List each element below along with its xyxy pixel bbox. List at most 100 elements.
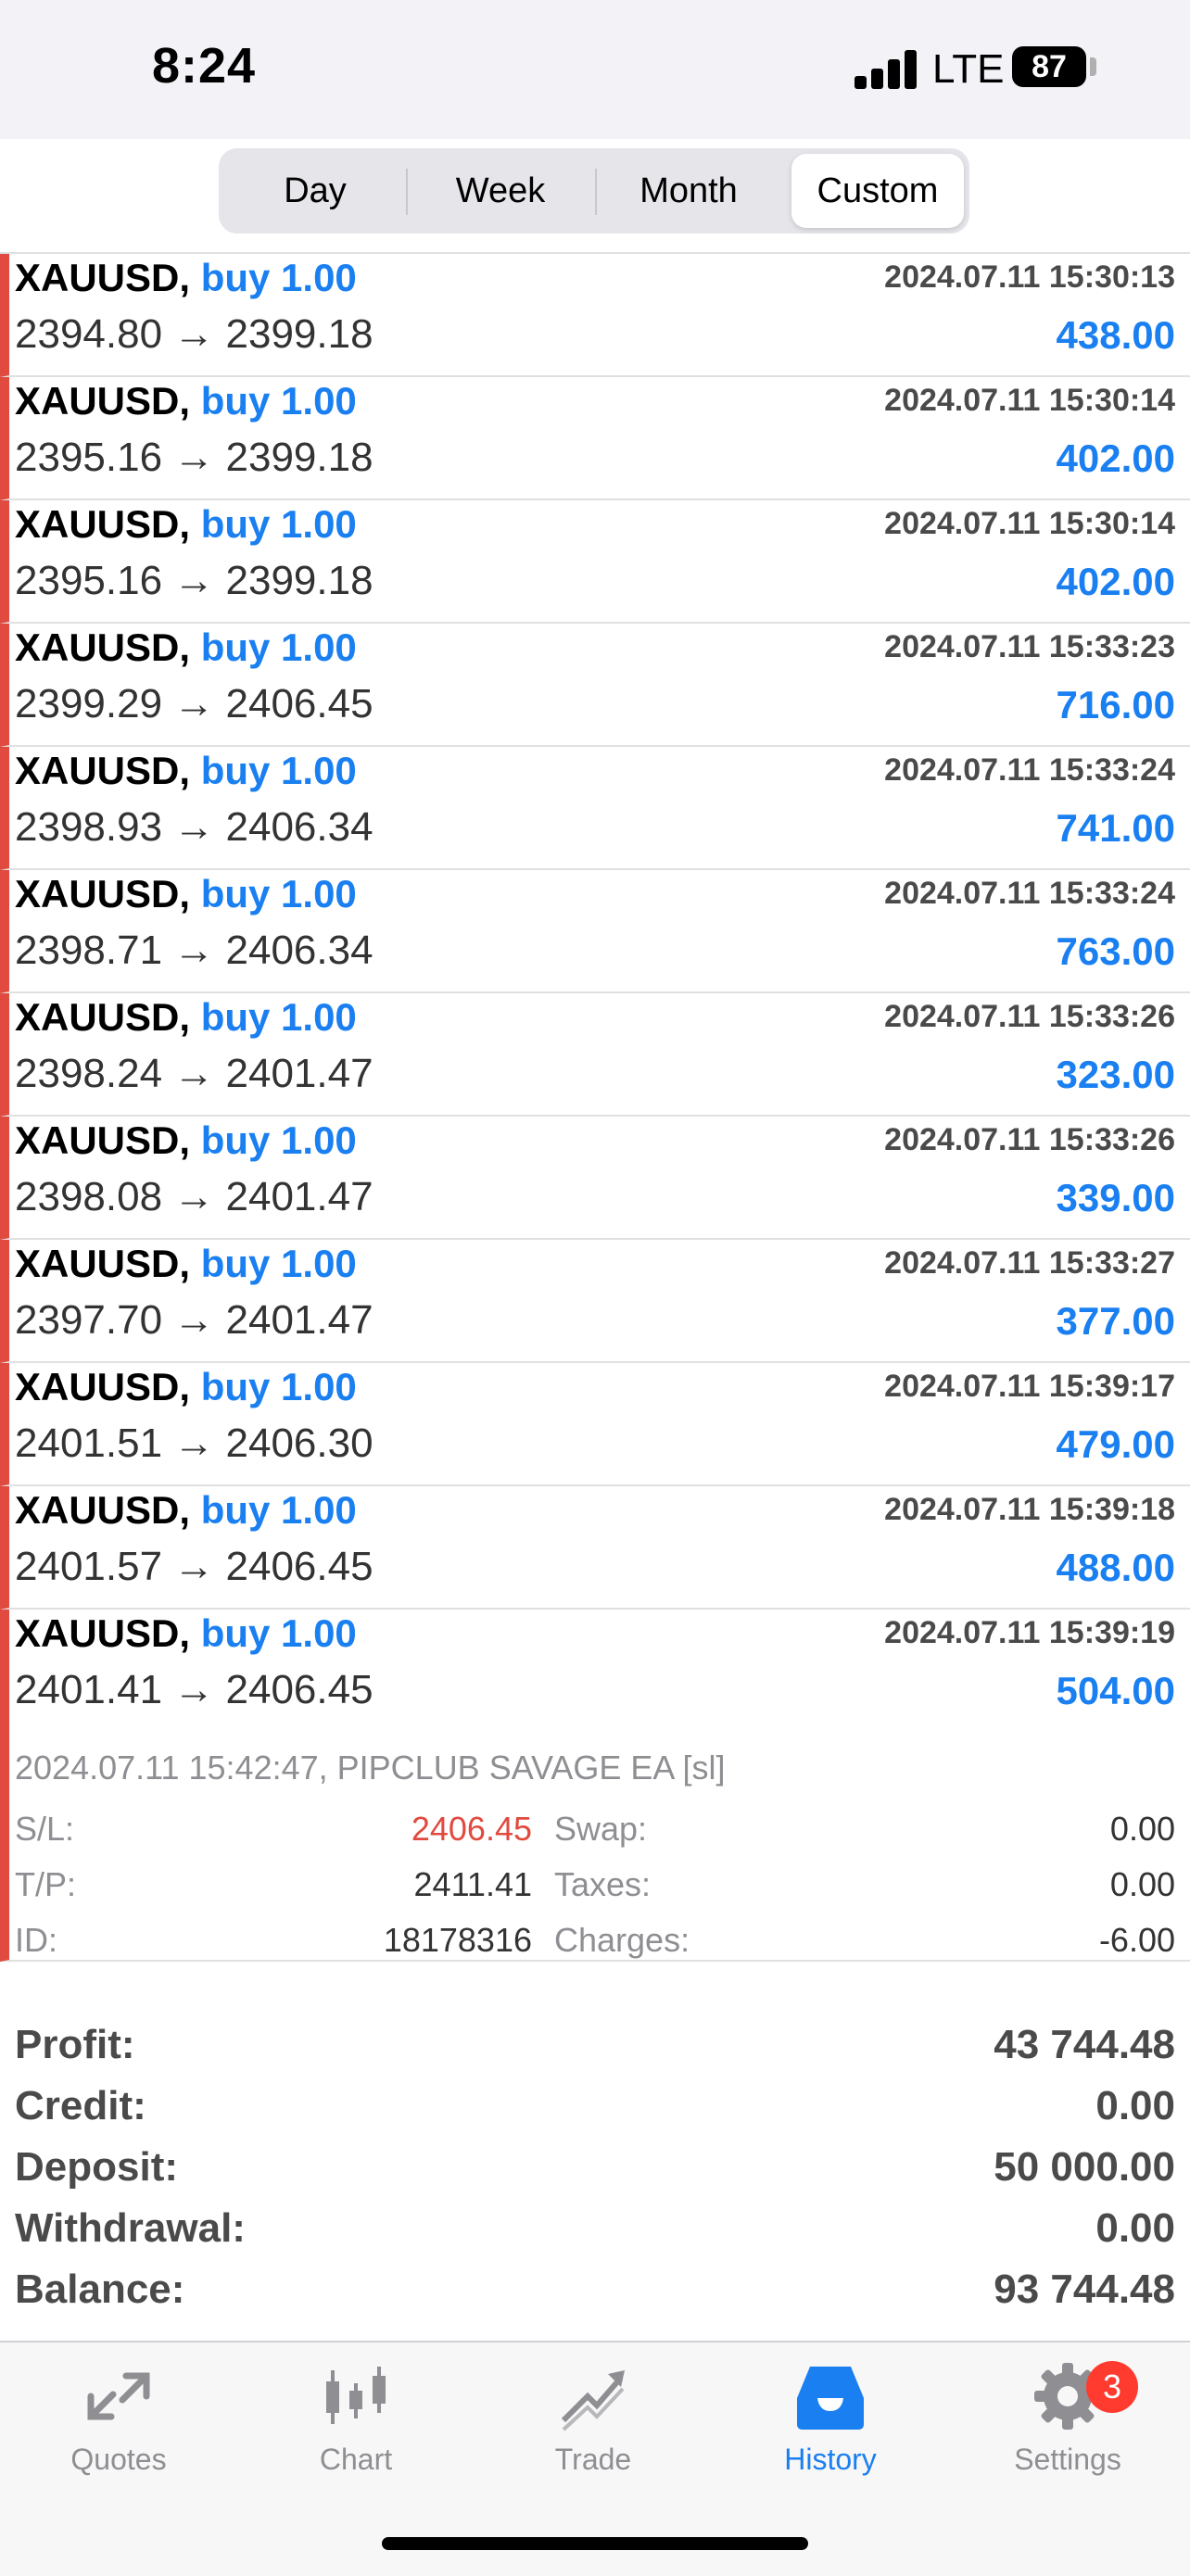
status-time: 8:24 [152,38,257,94]
deal-time: 2024.07.11 15:33:23 [884,629,1175,664]
deal-symbol: XAUUSD, buy 1.00 [15,1488,357,1532]
deal-profit: 323.00 [1056,1053,1175,1096]
deal-prices: 2401.41 → 2406.45 [15,1667,373,1712]
deal-prices: 2398.08 → 2401.47 [15,1174,373,1219]
trade-icon [561,2370,625,2431]
tp-label: T/P: [15,1865,77,1903]
deal-profit: 402.00 [1056,560,1175,603]
summary-label: Credit: [15,2083,146,2128]
deal-prices: 2397.70 → 2401.47 [15,1297,373,1343]
tab-settings[interactable]: 3 Settings [949,2359,1186,2498]
deal-prices: 2398.24 → 2401.47 [15,1051,373,1096]
summary-value: 50 000.00 [994,2144,1175,2190]
deal-prices: 2395.16 → 2399.18 [15,435,373,480]
deal-symbol: XAUUSD, buy 1.00 [15,995,357,1039]
deal-time: 2024.07.11 15:39:19 [884,1615,1175,1650]
home-indicator[interactable] [382,2537,808,2550]
deal-symbol: XAUUSD, buy 1.00 [15,1118,357,1162]
deal-row-expanded[interactable]: XAUUSD, buy 1.00 2024.07.11 15:39:19 240… [0,1610,1190,1962]
tab-trade[interactable]: Trade [475,2359,712,2498]
deal-time: 2024.07.11 15:33:26 [884,999,1175,1034]
segment-day[interactable]: Day [224,154,406,228]
notification-badge: 3 [1086,2361,1138,2413]
deal-symbol: XAUUSD, buy 1.00 [15,625,357,669]
deal-symbol: XAUUSD, buy 1.00 [15,872,357,915]
deal-symbol: XAUUSD, buy 1.00 [15,1242,357,1285]
summary-profit: Profit: 43 744.48 [0,2013,1190,2074]
battery-icon: 87 [1012,46,1086,87]
deal-row[interactable]: XAUUSD, buy 1.00 2024.07.11 15:30:14 239… [0,500,1190,624]
deal-row[interactable]: XAUUSD, buy 1.00 2024.07.11 15:33:24 239… [0,870,1190,993]
summary-label: Profit: [15,2022,135,2067]
deal-prices: 2401.57 → 2406.45 [15,1544,373,1589]
deal-prices: 2394.80 → 2399.18 [15,311,373,357]
deal-time: 2024.07.11 15:33:27 [884,1245,1175,1281]
tab-history[interactable]: History [712,2359,949,2498]
deal-comment: 2024.07.11 15:42:47, PIPCLUB SAVAGE EA [… [15,1749,726,1787]
charges-label: Charges: [554,1921,690,1959]
summary-value: 0.00 [1095,2083,1175,2128]
deal-profit: 763.00 [1056,929,1175,973]
sl-value: 2406.45 [411,1810,532,1848]
status-bar: 8:24 LTE 87 [0,0,1190,139]
deal-time: 2024.07.11 15:33:24 [884,752,1175,788]
segment-month[interactable]: Month [597,154,780,228]
deals-list: XAUUSD, buy 1.00 2024.07.11 15:30:13 239… [0,252,1190,1962]
deal-time: 2024.07.11 15:30:13 [884,259,1175,295]
summary-value: 0.00 [1095,2205,1175,2251]
deal-profit: 339.00 [1056,1176,1175,1219]
deal-time: 2024.07.11 15:39:18 [884,1492,1175,1527]
taxes-value: 0.00 [1109,1865,1175,1903]
deal-profit: 504.00 [1056,1669,1175,1712]
deal-profit: 479.00 [1056,1422,1175,1466]
taxes-label: Taxes: [554,1865,652,1903]
deal-symbol: XAUUSD, buy 1.00 [15,379,357,423]
period-segmented-control: Day Week Month Custom [219,148,969,234]
deal-row[interactable]: XAUUSD, buy 1.00 2024.07.11 15:33:24 239… [0,747,1190,870]
deal-prices: 2401.51 → 2406.30 [15,1421,373,1466]
summary-deposit: Deposit: 50 000.00 [0,2135,1190,2196]
deal-profit: 488.00 [1056,1546,1175,1589]
summary-value: 93 744.48 [994,2267,1175,2312]
deal-time: 2024.07.11 15:33:24 [884,876,1175,911]
deal-row[interactable]: XAUUSD, buy 1.00 2024.07.11 15:33:27 239… [0,1240,1190,1363]
deal-time: 2024.07.11 15:33:26 [884,1122,1175,1157]
tab-chart[interactable]: Chart [237,2359,475,2498]
deal-row[interactable]: XAUUSD, buy 1.00 2024.07.11 15:39:18 240… [0,1486,1190,1610]
deal-row[interactable]: XAUUSD, buy 1.00 2024.07.11 15:33:26 239… [0,1117,1190,1240]
summary-label: Deposit: [15,2144,178,2190]
deal-prices: 2395.16 → 2399.18 [15,558,373,603]
account-summary: Profit: 43 744.48 Credit: 0.00 Deposit: … [0,2013,1190,2318]
id-value: 18178316 [383,1921,532,1959]
deal-row[interactable]: XAUUSD, buy 1.00 2024.07.11 15:33:23 239… [0,624,1190,747]
deal-row[interactable]: XAUUSD, buy 1.00 2024.07.11 15:30:13 239… [0,254,1190,377]
summary-label: Withdrawal: [15,2205,246,2251]
deal-symbol: XAUUSD, buy 1.00 [15,502,357,546]
summary-label: Balance: [15,2267,185,2312]
deal-row[interactable]: XAUUSD, buy 1.00 2024.07.11 15:39:17 240… [0,1363,1190,1486]
deal-row[interactable]: XAUUSD, buy 1.00 2024.07.11 15:30:14 239… [0,377,1190,500]
cellular-signal-icon [855,48,919,89]
tab-quotes[interactable]: Quotes [0,2359,237,2498]
deal-symbol: XAUUSD, buy 1.00 [15,1611,357,1655]
chart-icon [326,2367,386,2424]
segment-week[interactable]: Week [408,154,593,228]
network-type: LTE [932,46,1005,92]
deal-time: 2024.07.11 15:30:14 [884,506,1175,541]
swap-value: 0.00 [1109,1810,1175,1848]
deal-time: 2024.07.11 15:39:17 [884,1369,1175,1404]
deal-profit: 741.00 [1056,806,1175,850]
battery-tip [1090,57,1096,76]
deal-prices: 2398.71 → 2406.34 [15,928,373,973]
deal-time: 2024.07.11 15:30:14 [884,383,1175,418]
deal-profit: 438.00 [1056,313,1175,357]
deal-profit: 377.00 [1056,1299,1175,1343]
id-label: ID: [15,1921,58,1959]
segment-custom[interactable]: Custom [791,154,964,228]
summary-credit: Credit: 0.00 [0,2074,1190,2135]
deal-row[interactable]: XAUUSD, buy 1.00 2024.07.11 15:33:26 239… [0,993,1190,1117]
deal-symbol: XAUUSD, buy 1.00 [15,749,357,792]
summary-balance: Balance: 93 744.48 [0,2257,1190,2318]
sl-label: S/L: [15,1810,75,1848]
deal-prices: 2398.93 → 2406.34 [15,804,373,850]
